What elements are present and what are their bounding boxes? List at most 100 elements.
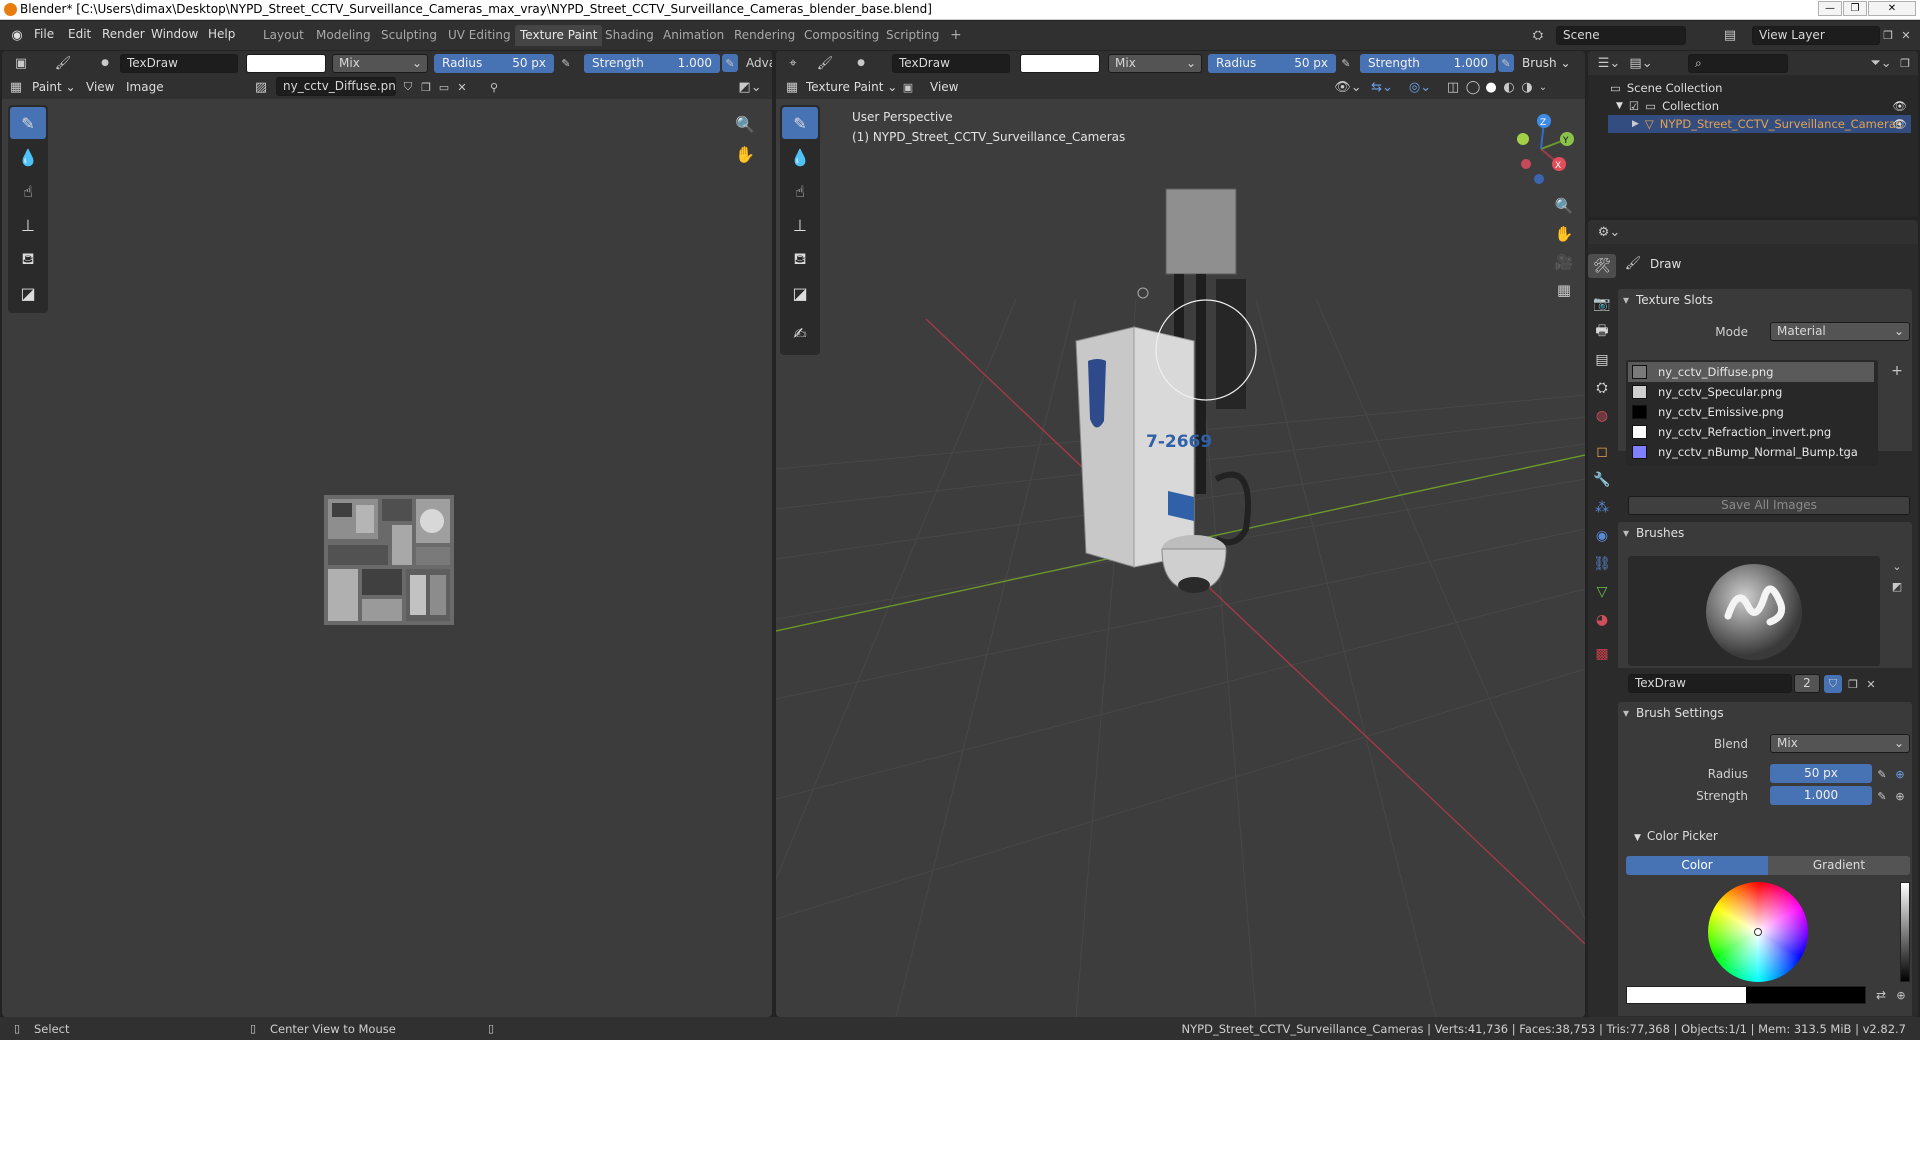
camera-view-icon[interactable]: 🎥 xyxy=(1552,251,1576,273)
texture-slot-mode-dropdown[interactable]: Material ⌄ xyxy=(1770,322,1910,341)
unified-color-icon[interactable]: ⊕ xyxy=(1892,986,1910,1004)
unlink-brush-icon[interactable]: ✕ xyxy=(1862,675,1880,693)
viewport-brush-name-field[interactable]: TexDraw xyxy=(892,54,1010,73)
radius-slider[interactable]: Radius 50 px xyxy=(434,54,554,73)
brush-blend-dropdown[interactable]: Mix ⌄ xyxy=(1770,734,1910,753)
scene-icon[interactable]: ⛭ xyxy=(1528,27,1548,43)
new-view-layer-icon[interactable]: ❐ xyxy=(1880,27,1896,43)
viewport-clone-tool-icon[interactable]: ⊥ xyxy=(782,209,818,241)
brush-radius-slider[interactable]: 50 px xyxy=(1770,764,1872,783)
strength-unified-icon[interactable]: ⊕ xyxy=(1892,787,1908,805)
outliner-collection[interactable]: ▼ ☑ ▭ Collection 👁 xyxy=(1616,97,1911,115)
advanced-menu[interactable]: Adva xyxy=(746,56,772,70)
viewport-brush-menu[interactable]: Brush ⌄ xyxy=(1522,56,1571,70)
pan-hand-icon[interactable]: ✋ xyxy=(732,142,758,166)
viewport-strength-pressure-icon[interactable]: ✎ xyxy=(1498,54,1514,72)
texture-slot-row[interactable]: ny_cctv_Emissive.png xyxy=(1628,402,1874,422)
strength-pressure-icon[interactable]: ✎ xyxy=(722,54,738,72)
close-window-button[interactable]: ✕ xyxy=(1868,1,1916,16)
gradient-mode-tab[interactable]: Gradient xyxy=(1768,856,1910,875)
perspective-toggle-icon[interactable]: ▦ xyxy=(1552,279,1576,301)
save-all-images-button[interactable]: Save All Images xyxy=(1628,496,1910,515)
visibility-icon[interactable]: 👁⌄ xyxy=(1334,79,1362,95)
outliner-editor-type-icon[interactable]: ☰⌄ xyxy=(1596,55,1622,71)
browse-image-icon[interactable]: ▨ xyxy=(250,79,272,95)
menu-view[interactable]: View xyxy=(86,80,114,94)
properties-editor-type-icon[interactable]: ⚙⌄ xyxy=(1596,224,1622,240)
viewport-zoom-icon[interactable]: 🔍 xyxy=(1552,195,1576,217)
annotate-tool-icon[interactable]: ✍ xyxy=(782,317,818,349)
menu-edit[interactable]: Edit xyxy=(68,27,91,41)
tab-rendering[interactable]: Rendering xyxy=(729,25,800,46)
tab-layout[interactable]: Layout xyxy=(258,25,309,46)
checkbox-icon[interactable]: ☑ xyxy=(1629,99,1639,113)
viewport-soften-tool-icon[interactable]: 💧 xyxy=(782,141,818,173)
viewport-brush-color-swatch[interactable] xyxy=(1020,54,1100,73)
brush-settings-panel-header[interactable]: Brush Settings xyxy=(1618,702,1912,724)
scene-field[interactable]: Scene xyxy=(1556,26,1686,45)
primary-secondary-color-swatch[interactable] xyxy=(1626,986,1866,1004)
texture-slots-panel-header[interactable]: Texture Slots xyxy=(1618,289,1912,311)
filter-icon[interactable]: ⏷⌄ xyxy=(1868,55,1894,71)
blender-menu-icon[interactable]: ◉ xyxy=(8,27,26,43)
gizmo-toggle-icon[interactable]: ⇆⌄ xyxy=(1368,79,1396,95)
display-mode-icon[interactable]: ▤⌄ xyxy=(1628,55,1654,71)
texture-slot-row[interactable]: ny_cctv_nBump_Normal_Bump.tga xyxy=(1628,442,1874,462)
texture-slot-row[interactable]: ny_cctv_Specular.png xyxy=(1628,382,1874,402)
open-image-icon[interactable]: ▭ xyxy=(436,79,452,95)
color-wheel-cursor[interactable] xyxy=(1754,928,1762,936)
radius-pen-pressure-icon[interactable]: ✎ xyxy=(1874,765,1890,783)
menu-help[interactable]: Help xyxy=(208,27,235,41)
editor-type-icon[interactable]: ▣ xyxy=(10,54,32,72)
draw-tool-icon[interactable]: ✎ xyxy=(10,107,46,139)
color-picker-subpanel-header[interactable]: ▼ Color Picker xyxy=(1634,829,1718,843)
tab-shading[interactable]: Shading xyxy=(600,25,659,46)
unlink-image-icon[interactable]: ✕ xyxy=(454,79,470,95)
viewport-fill-tool-icon[interactable]: ⛾ xyxy=(782,243,818,275)
brush-image-icon[interactable]: ◩ xyxy=(1888,578,1906,594)
tab-compositing[interactable]: Compositing xyxy=(799,25,884,46)
view-layer-icon[interactable]: ▤ xyxy=(1720,27,1740,43)
soften-tool-icon[interactable]: 💧 xyxy=(10,141,46,173)
xray-icon[interactable]: ◫ xyxy=(1444,79,1462,95)
overlay-toggle-icon[interactable]: ◎⌄ xyxy=(1406,79,1434,95)
wireframe-shading-icon[interactable]: ◯ xyxy=(1464,79,1482,95)
viewport-radius-slider[interactable]: Radius 50 px xyxy=(1208,54,1336,73)
brush-preview-box[interactable] xyxy=(1628,556,1880,666)
brush-color-swatch[interactable] xyxy=(246,54,326,73)
brush-datablock-field[interactable]: TexDraw xyxy=(1628,674,1792,693)
smear-tool-icon[interactable]: ☝ xyxy=(10,175,46,207)
duplicate-brush-icon[interactable]: ❐ xyxy=(1844,675,1862,693)
tab-sculpting[interactable]: Sculpting xyxy=(376,25,442,46)
new-collection-icon[interactable]: ❐ xyxy=(1896,55,1914,71)
menu-image[interactable]: Image xyxy=(126,80,164,94)
remove-view-layer-icon[interactable]: ✕ xyxy=(1898,27,1914,43)
image-name-field[interactable]: ny_cctv_Diffuse.png xyxy=(276,77,396,96)
blend-dropdown[interactable]: Mix ⌄ xyxy=(332,54,428,73)
viewport-editor-type-icon[interactable]: ⌖ xyxy=(782,54,804,72)
tab-scripting[interactable]: Scripting xyxy=(881,25,944,46)
texture-slot-row[interactable]: ny_cctv_Refraction_invert.png xyxy=(1628,422,1874,442)
new-image-icon[interactable]: ❐ xyxy=(418,79,434,95)
view-layer-field[interactable]: View Layer xyxy=(1752,26,1880,45)
strength-pen-pressure-icon[interactable]: ✎ xyxy=(1874,787,1890,805)
expand-triangle-icon[interactable]: ▶ xyxy=(1632,119,1639,129)
fake-user-icon[interactable]: ⛉ xyxy=(400,79,416,95)
pin-icon[interactable]: ⚲ xyxy=(486,79,502,95)
brushes-panel-header[interactable]: Brushes xyxy=(1618,522,1912,544)
fill-tool-icon[interactable]: ⛾ xyxy=(10,243,46,275)
viewport-radius-pressure-icon[interactable]: ✎ xyxy=(1338,54,1354,72)
mask-tool-icon[interactable]: ◪ xyxy=(10,277,46,309)
tab-uv-editing[interactable]: UV Editing xyxy=(443,25,516,46)
outliner-scene-collection[interactable]: ▭ Scene Collection xyxy=(1610,79,1722,97)
viewport-smear-tool-icon[interactable]: ☝ xyxy=(782,175,818,207)
brush-name-field[interactable]: TexDraw xyxy=(120,54,238,73)
tab-animation[interactable]: Animation xyxy=(658,25,729,46)
paint-mask-icon[interactable]: ▣ xyxy=(900,79,916,95)
viewport-mode-dropdown[interactable]: Texture Paint ⌄ xyxy=(806,80,897,94)
collapse-triangle-icon[interactable]: ▼ xyxy=(1616,101,1623,111)
brush-expand-icon[interactable]: ⌄ xyxy=(1888,558,1906,574)
tab-modeling[interactable]: Modeling xyxy=(311,25,376,46)
viewport-scene[interactable]: 7-2669 xyxy=(776,99,1585,1017)
color-wheel[interactable] xyxy=(1708,882,1808,982)
